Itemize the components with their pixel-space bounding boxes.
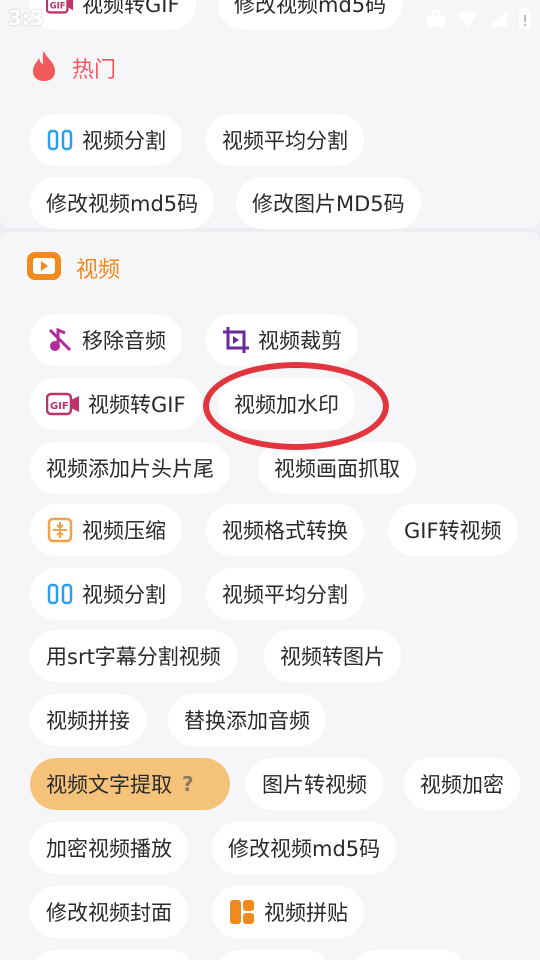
chip-remove-audio[interactable]: 移除音频 [30, 314, 182, 366]
split-icon [46, 580, 74, 608]
chip-frame-capture[interactable]: 视频画面抓取 [258, 442, 416, 494]
chip-video-encrypt[interactable]: 视频加密 [404, 758, 520, 810]
chip-label: 视频分割 [82, 129, 166, 153]
chip-encrypted-playback[interactable]: 加密视频播放 [30, 822, 188, 874]
chip-label: 修改视频md5码 [46, 192, 199, 216]
chip-label: 用srt字幕分割视频 [46, 645, 221, 669]
briefcase-icon [426, 10, 446, 28]
collage-icon [228, 898, 256, 926]
chip-partial-3[interactable] [350, 950, 468, 960]
battery-icon [518, 8, 532, 30]
section-title: 视频 [76, 258, 121, 283]
chip-video-compress[interactable]: 视频压缩 [30, 504, 182, 556]
chip-text-extract[interactable]: 视频文字提取 ? [30, 758, 230, 810]
section-title: 热门 [72, 58, 117, 83]
chip-add-intro-outro[interactable]: 视频添加片头片尾 [30, 442, 230, 494]
chip-modify-cover[interactable]: 修改视频封面 [30, 886, 188, 938]
chip-label: 加密视频播放 [46, 837, 172, 861]
chip-modify-video-md5-2[interactable]: 修改视频md5码 [212, 822, 397, 874]
split-icon [46, 126, 74, 154]
chip-modify-image-md5[interactable]: 修改图片MD5码 [236, 177, 421, 229]
hot-section-header: 热门 [30, 50, 116, 86]
chip-label: 图片转视频 [262, 773, 367, 797]
chip-label: 视频分割 [82, 583, 166, 607]
chip-label: 修改视频md5码 [228, 837, 381, 861]
chip-label: 移除音频 [82, 329, 166, 353]
chip-video-to-image[interactable]: 视频转图片 [264, 630, 401, 682]
chip-label: 视频加密 [420, 773, 504, 797]
video-section-header: 视频 [26, 250, 120, 286]
gif-icon: GIF [46, 390, 80, 418]
chip-video-crop[interactable]: 视频裁剪 [206, 314, 358, 366]
chip-label: 视频转图片 [280, 645, 385, 669]
chip-label: 视频画面抓取 [274, 457, 400, 481]
wifi-icon [456, 10, 478, 28]
chip-video-to-gif[interactable]: GIF 视频转GIF [30, 378, 202, 430]
chip-replace-audio[interactable]: 替换添加音频 [168, 694, 326, 746]
chip-label: 视频加水印 [234, 393, 339, 417]
chip-label: 视频裁剪 [258, 329, 342, 353]
chip-video-concat[interactable]: 视频拼接 [30, 694, 146, 746]
chip-label: 视频文字提取 [46, 773, 172, 797]
chip-format-convert[interactable]: 视频格式转换 [206, 504, 364, 556]
help-icon[interactable]: ? [182, 772, 194, 796]
chip-modify-video-md5[interactable]: 修改视频md5码 [30, 177, 215, 229]
chip-label: 视频添加片头片尾 [46, 457, 214, 481]
chip-video-collage[interactable]: 视频拼贴 [212, 886, 364, 938]
chip-label: 修改视频封面 [46, 901, 172, 925]
compress-icon [46, 516, 74, 544]
chip-label: 视频平均分割 [222, 129, 348, 153]
status-icons [426, 8, 532, 30]
chip-label: 视频拼接 [46, 709, 130, 733]
chip-video-even-split-2[interactable]: 视频平均分割 [206, 568, 364, 620]
chip-label: 视频格式转换 [222, 519, 348, 543]
crop-icon [222, 326, 250, 354]
hot-card: GIF 视频转GIF 修改视频md5码 热门 视频分割 视频平均分割 修改视频m… [0, 0, 540, 229]
chip-label: GIF转视频 [404, 519, 502, 543]
chip-gif-to-video[interactable]: GIF转视频 [388, 504, 518, 556]
video-play-icon [26, 250, 62, 286]
mute-music-icon [46, 326, 74, 354]
chip-label: 视频转GIF [88, 393, 186, 417]
fire-icon [30, 50, 58, 86]
chip-video-split[interactable]: 视频分割 [30, 114, 182, 166]
chip-label: 修改图片MD5码 [252, 192, 405, 216]
chip-partial-1[interactable] [30, 950, 196, 960]
chip-label: 视频平均分割 [222, 583, 348, 607]
status-bar: 3:3 [0, 0, 540, 34]
chip-label: 视频压缩 [82, 519, 166, 543]
svg-text:GIF: GIF [50, 401, 69, 412]
chip-partial-2[interactable] [214, 950, 332, 960]
chip-srt-split[interactable]: 用srt字幕分割视频 [30, 630, 237, 682]
chip-video-split-2[interactable]: 视频分割 [30, 568, 182, 620]
signal-icon [488, 10, 508, 28]
status-time: 3:3 [8, 6, 44, 30]
chip-label: 替换添加音频 [184, 709, 310, 733]
chip-label: 视频拼贴 [264, 901, 348, 925]
chip-video-watermark[interactable]: 视频加水印 [218, 378, 355, 430]
chip-video-even-split[interactable]: 视频平均分割 [206, 114, 364, 166]
chip-image-to-video[interactable]: 图片转视频 [246, 758, 383, 810]
